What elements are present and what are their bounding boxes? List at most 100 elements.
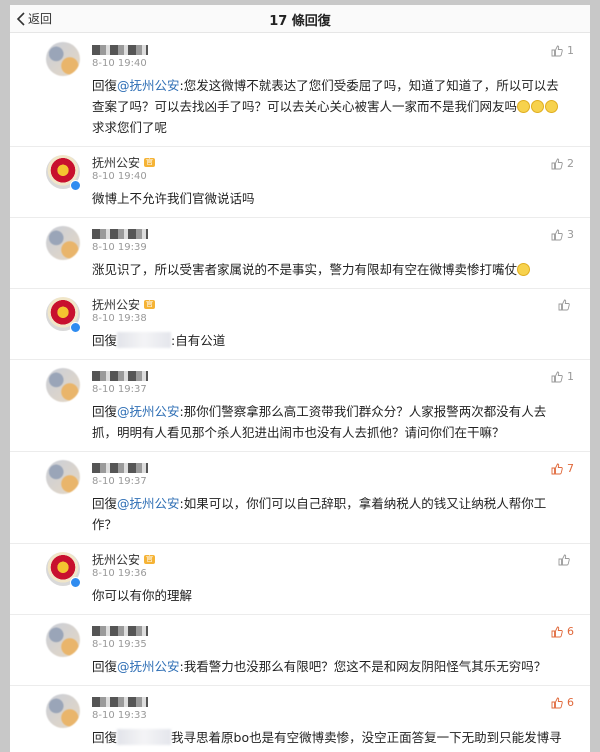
verified-badge-icon (70, 577, 81, 588)
like-count: 1 (567, 370, 574, 383)
like-button[interactable]: 6 (551, 696, 574, 709)
emoji-icon (517, 100, 531, 113)
commenter-name[interactable]: 抚州公安 (92, 551, 140, 568)
blurred-username (117, 332, 172, 348)
comment-text: 回復 :自有公道 (92, 330, 578, 351)
comment-text: 回復@抚州公安:您发这微博不就表达了您们受委屈了吗，知道了知道了，所以可以去查案… (92, 75, 578, 138)
commenter-name[interactable]: 抚州公安 (92, 296, 140, 313)
thumbs-up-icon (551, 45, 563, 56)
comment-text: 涨见识了，所以受害者家属说的不是事实，警力有限却有空在微博卖惨打嘴仗 (92, 259, 578, 280)
mention-link[interactable]: @抚州公安 (117, 659, 180, 674)
comment-item[interactable]: 8-10 19:39 涨见识了，所以受害者家属说的不是事实，警力有限却有空在微博卖… (10, 218, 590, 289)
comment-item[interactable]: 8-10 19:37 回復@抚州公安:那你们警察拿那么高工资带我们群众分？人家报警… (10, 360, 590, 452)
like-button[interactable]: 2 (551, 157, 574, 170)
like-button[interactable] (558, 554, 574, 566)
top-bar: 返回 17 條回復 (10, 5, 590, 33)
comment-text: 微博上不允许我们官微说话吗 (92, 188, 578, 209)
comment-time: 8-10 19:37 (92, 476, 147, 487)
thumbs-up-icon (551, 371, 563, 382)
comment-text: 回復@抚州公安:我看警力也没那么有限吧？您这不是和网友阴阳怪气其乐无穷吗？ (92, 656, 578, 677)
comment-header (92, 694, 578, 709)
comment-time: 8-10 19:36 (92, 568, 147, 579)
like-count: 3 (567, 228, 574, 241)
comment-header (92, 42, 578, 57)
official-tag: 官 (144, 555, 156, 564)
like-button[interactable]: 7 (551, 462, 574, 475)
thumbs-up-icon (558, 299, 570, 311)
like-count: 6 (567, 625, 574, 638)
avatar[interactable] (46, 226, 80, 260)
thumbs-up-icon (551, 158, 563, 169)
comment-header (92, 460, 578, 475)
emoji-icon (545, 100, 559, 113)
avatar[interactable] (46, 694, 80, 728)
comment-item[interactable]: 8-10 19:33 回復 我寻思着原bo也是有空微博卖惨，没空正面答复一下无助到只… (10, 686, 590, 752)
comment-header (92, 368, 578, 383)
comment-text: 回復@抚州公安:如果可以，你们可以自己辞职，拿着纳税人的钱又让纳税人帮你工作？ (92, 493, 578, 535)
avatar[interactable] (46, 623, 80, 657)
screenshot-frame: 返回 17 條回復 8-10 19:40 回復@抚州公安:您发这微博不就表达了您们… (0, 0, 600, 752)
mention-link[interactable]: @抚州公安 (117, 496, 180, 511)
comment-item[interactable]: 8-10 19:40 回復@抚州公安:您发这微博不就表达了您们受委屈了吗，知道了知… (10, 34, 590, 147)
comment-time: 8-10 19:40 (92, 58, 147, 69)
comment-text: 回復我寻思着原bo也是有空微博卖惨，没空正面答复一下无助到只能发博寻找公道和正义… (92, 727, 578, 752)
comment-item[interactable]: 抚州公安官 8-10 19:38 回復:自有公道 (10, 289, 590, 360)
verified-badge-icon (70, 180, 81, 191)
official-tag: 官 (144, 300, 156, 309)
mention-link[interactable]: @抚州公安 (117, 78, 180, 93)
official-tag: 官 (144, 158, 156, 167)
comment-time: 8-10 19:38 (92, 313, 147, 324)
comment-body: 微博上不允许我们官微说话吗 (92, 191, 255, 206)
phone-screen: 返回 17 條回復 8-10 19:40 回復@抚州公安:您发这微博不就表达了您们… (10, 5, 590, 752)
emoji-icon (531, 100, 545, 113)
comment-text: 你可以有你的理解 (92, 585, 578, 606)
comment-body: 涨见识了，所以受害者家属说的不是事实，警力有限却有空在微博卖惨打嘴仗 (92, 262, 518, 277)
thumbs-up-icon (551, 229, 563, 240)
thumbs-up-icon (551, 697, 563, 708)
comment-list: 8-10 19:40 回復@抚州公安:您发这微博不就表达了您们受委屈了吗，知道了知… (10, 34, 590, 752)
comment-item[interactable]: 8-10 19:35 回復@抚州公安:我看警力也没那么有限吧？您这不是和网友阴阳怪… (10, 615, 590, 686)
commenter-name-mosaic[interactable] (92, 462, 148, 473)
thumbs-up-icon (551, 463, 563, 474)
avatar[interactable] (46, 368, 80, 402)
avatar[interactable] (46, 460, 80, 494)
comment-body: :我看警力也没那么有限吧？您这不是和网友阴阳怪气其乐无穷吗？ (179, 659, 547, 674)
like-button[interactable]: 3 (551, 228, 574, 241)
like-count: 7 (567, 462, 574, 475)
commenter-name-mosaic[interactable] (92, 625, 148, 636)
like-button[interactable] (558, 299, 574, 311)
comment-time: 8-10 19:33 (92, 710, 147, 721)
reply-prefix: 回復 (92, 496, 118, 511)
avatar[interactable] (46, 42, 80, 76)
comment-item[interactable]: 抚州公安官 8-10 19:40 微博上不允许我们官微说话吗 2 (10, 147, 590, 218)
comment-time: 8-10 19:35 (92, 639, 147, 650)
commenter-name-mosaic[interactable] (92, 228, 148, 239)
comment-time: 8-10 19:37 (92, 384, 147, 395)
thumbs-up-icon (558, 554, 570, 566)
comment-header: 抚州公安官 (92, 297, 578, 312)
comment-header (92, 226, 578, 241)
comment-item[interactable]: 抚州公安官 8-10 19:36 你可以有你的理解 (10, 544, 590, 615)
like-button[interactable]: 6 (551, 625, 574, 638)
comment-time: 8-10 19:39 (92, 242, 147, 253)
emoji-icon (517, 263, 531, 276)
comment-body: :自有公道 (171, 333, 226, 348)
page-title: 17 條回復 (269, 14, 331, 29)
mention-link[interactable]: @抚州公安 (117, 404, 180, 419)
comment-header: 抚州公安官 (92, 155, 578, 170)
commenter-name-mosaic[interactable] (92, 44, 148, 55)
like-button[interactable]: 1 (551, 44, 574, 57)
comment-item[interactable]: 8-10 19:37 回復@抚州公安:如果可以，你们可以自己辞职，拿着纳税人的钱又… (10, 452, 590, 544)
like-count: 2 (567, 157, 574, 170)
like-button[interactable]: 1 (551, 370, 574, 383)
reply-prefix: 回復 (92, 333, 118, 348)
like-count: 1 (567, 44, 574, 57)
commenter-name-mosaic[interactable] (92, 696, 148, 707)
comment-body: 你可以有你的理解 (92, 588, 193, 603)
reply-prefix: 回復 (92, 404, 118, 419)
commenter-name-mosaic[interactable] (92, 370, 148, 381)
thumbs-up-icon (551, 626, 563, 637)
commenter-name[interactable]: 抚州公安 (92, 154, 140, 171)
like-count: 6 (567, 696, 574, 709)
reply-prefix: 回復 (92, 78, 118, 93)
